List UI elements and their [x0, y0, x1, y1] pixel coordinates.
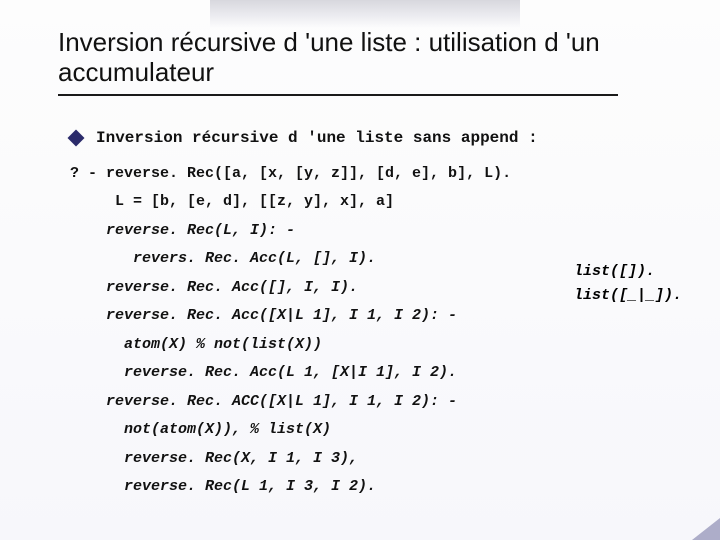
top-shadow — [210, 0, 520, 28]
bullet-1-text: Inversion récursive d 'une liste sans ap… — [96, 128, 538, 150]
code-line-6: reverse. Rec. Acc(L 1, [X|I 1], I 2). — [70, 359, 680, 388]
corner-fold-icon — [692, 518, 720, 540]
query-line-1: ? - reverse. Rec([a, [x, [y, z]], [d, e]… — [70, 160, 680, 189]
code-line-9: reverse. Rec(X, I 1, I 3), — [70, 445, 680, 474]
side-line-2: list([_|_]). — [574, 284, 682, 308]
code-line-1: reverse. Rec(L, I): - — [70, 217, 680, 246]
code-line-7: reverse. Rec. ACC([X|L 1], I 1, I 2): - — [70, 388, 680, 417]
code-line-10: reverse. Rec(L 1, I 3, I 2). — [70, 473, 680, 502]
diamond-icon — [68, 130, 85, 147]
title-area: Inversion récursive d 'une liste : utili… — [58, 28, 680, 96]
query-line-2: L = [b, [e, d], [[z, y], x], a] — [70, 188, 680, 217]
slide-root: Inversion récursive d 'une liste : utili… — [0, 0, 720, 540]
side-line-1: list([]). — [574, 260, 682, 284]
side-definitions: list([]). list([_|_]). — [574, 260, 682, 308]
title-underline — [58, 94, 618, 96]
code-line-5: atom(X) % not(list(X)) — [70, 331, 680, 360]
slide-title: Inversion récursive d 'une liste : utili… — [58, 28, 680, 88]
slide-body: Inversion récursive d 'une liste sans ap… — [70, 128, 680, 502]
bullet-1: Inversion récursive d 'une liste sans ap… — [70, 128, 680, 150]
code-line-8: not(atom(X)), % list(X) — [70, 416, 680, 445]
